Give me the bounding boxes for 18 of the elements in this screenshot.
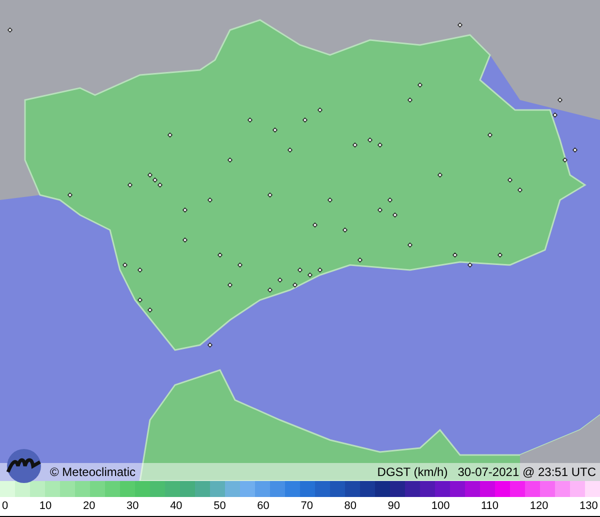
scale-tick-label: 70 [300, 499, 313, 514]
scale-tick-label: 40 [170, 499, 182, 514]
scale-tick-label: 110 [481, 499, 499, 514]
scale-tick-label: 130 [580, 499, 598, 514]
scale-tick-label: 20 [82, 499, 96, 514]
scale-tick-label: 30 [126, 499, 139, 514]
scale-tick-label: 0 [2, 499, 8, 514]
scale-tick-label: 120 [530, 499, 548, 514]
timestamp: 30-07-2021 @ 23:51 UTC [458, 464, 596, 481]
scale-tick-label: 80 [344, 499, 356, 514]
scale-tick-label: 50 [214, 499, 226, 514]
scale-tick-label: 60 [257, 499, 270, 514]
scale-tick-label: 90 [388, 499, 400, 514]
copyright-text: © Meteoclimatic [50, 464, 136, 481]
scale-tick-label: 100 [431, 499, 450, 514]
logo-icon [4, 446, 44, 486]
scale-tick-label: 10 [39, 499, 52, 514]
variable-label: DGST (km/h) [377, 464, 448, 481]
